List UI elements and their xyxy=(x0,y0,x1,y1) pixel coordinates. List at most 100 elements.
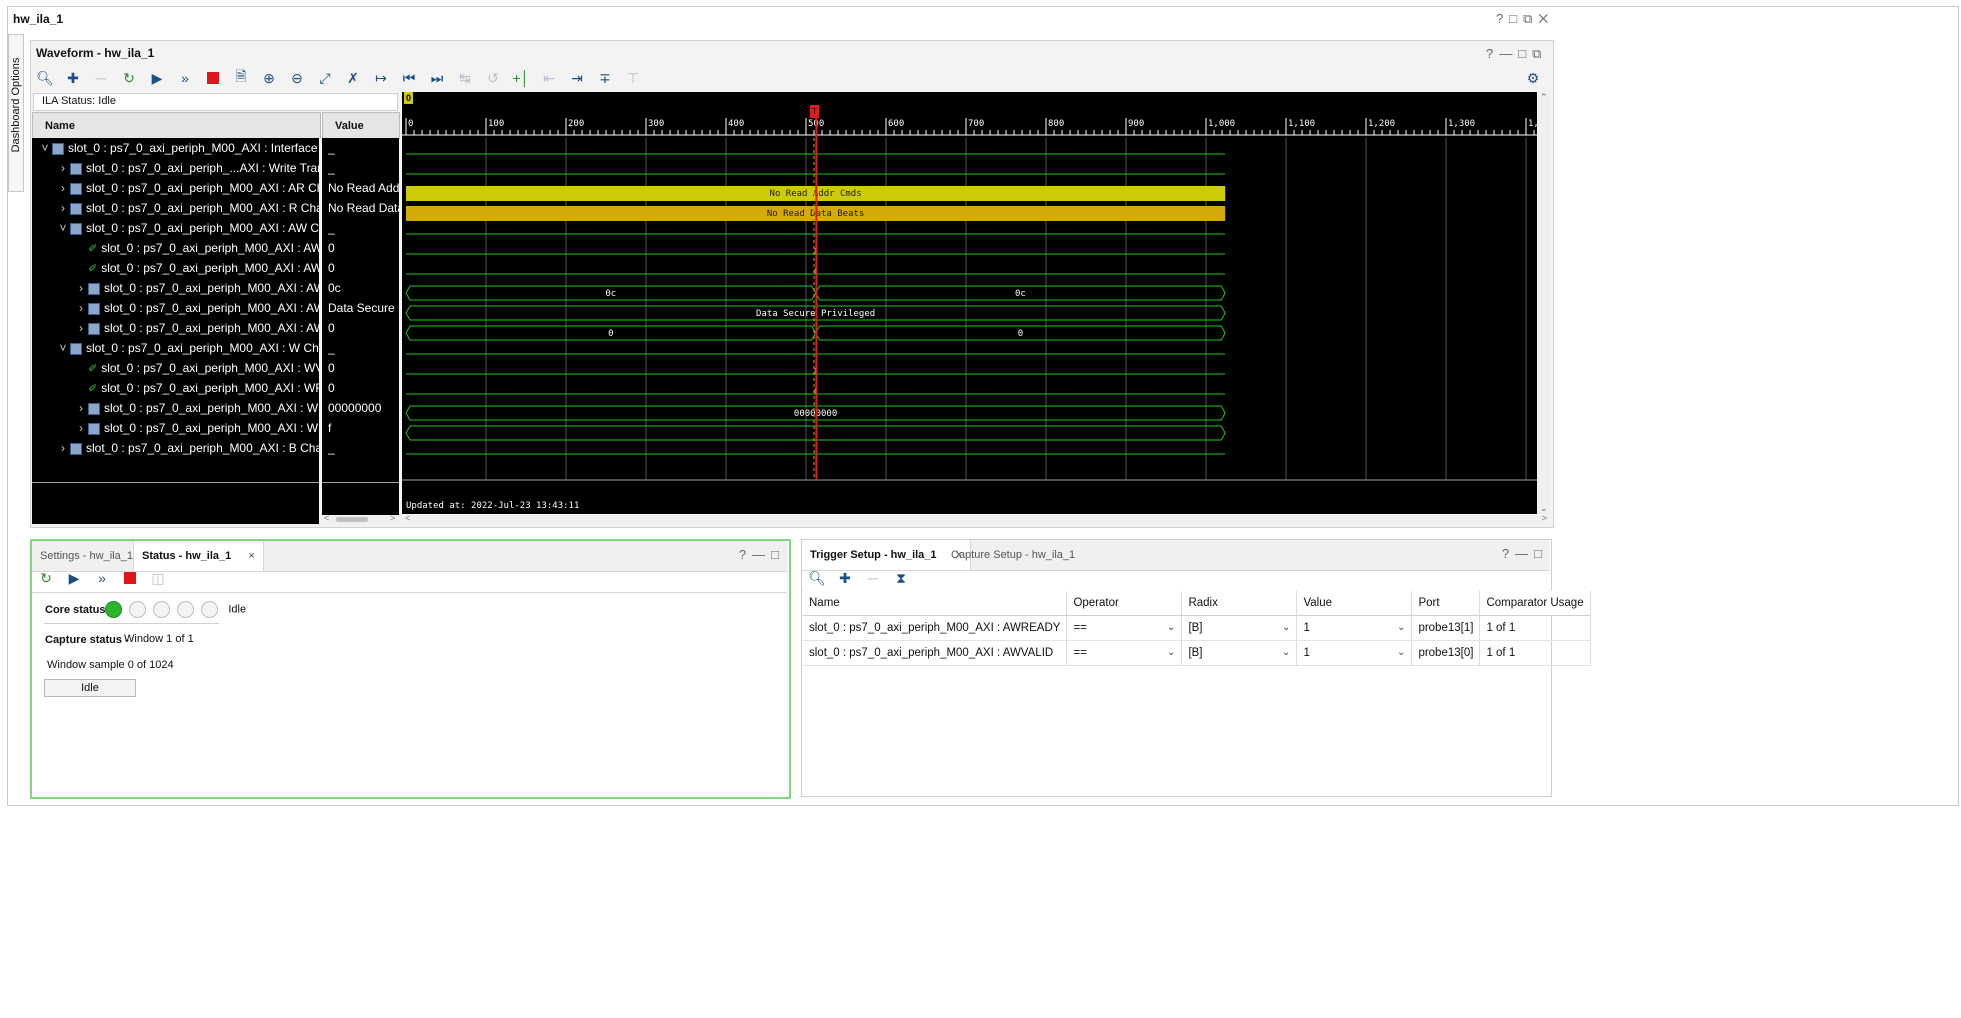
usage-cell: 1 of 1 xyxy=(1479,640,1591,666)
usage-cell: 1 of 1 xyxy=(1479,615,1591,641)
goto-cursor-icon[interactable]: ↦ xyxy=(367,66,395,90)
signal-name: slot_0 : ps7_0_axi_periph_M00_AXI : AW C… xyxy=(86,221,319,235)
table-row[interactable]: slot_0 : ps7_0_axi_periph_M00_AXI : AWRE… xyxy=(803,615,1591,641)
export-icon[interactable]: 🗎︎ xyxy=(227,66,255,90)
trigger-table: Name Operator Radix Value Port Comparato… xyxy=(803,591,1591,666)
name-column-header[interactable]: Name xyxy=(32,112,321,139)
ruler-label: 700 xyxy=(968,119,984,129)
column-header-name[interactable]: Name xyxy=(803,591,1068,616)
zoom-out-icon[interactable]: ⊖ xyxy=(283,66,311,90)
gear-icon[interactable]: ⚙ xyxy=(1519,66,1547,90)
status-light xyxy=(177,601,194,618)
capture-state-button[interactable]: Idle xyxy=(44,679,136,697)
signal-row[interactable]: › slot_0 : ps7_0_axi_periph_M00_AXI : B C… xyxy=(32,436,319,461)
ruler-label: 1,000 xyxy=(1208,119,1235,129)
remove-icon[interactable]: ─ xyxy=(859,566,887,590)
time-ruler[interactable] xyxy=(402,92,1537,138)
snap-icon[interactable]: ⊤ xyxy=(619,66,647,90)
tab-capture-setup[interactable]: Capture Setup - hw_ila_1 xyxy=(943,540,1083,570)
radix-value: [B] xyxy=(1188,647,1203,659)
close-icon[interactable]: × xyxy=(248,550,254,562)
previous-transition-icon[interactable]: ↹ xyxy=(451,66,479,90)
status-toolbar: ↻ ▶ » ◫ xyxy=(32,563,172,593)
run-trigger-icon[interactable]: ▶ xyxy=(60,566,88,590)
column-header-operator[interactable]: Operator xyxy=(1066,591,1183,616)
operator-select[interactable]: == ⌄ xyxy=(1066,615,1183,641)
search-icon[interactable]: 🔍︎ xyxy=(803,566,831,590)
next-marker-icon[interactable]: ⇥ xyxy=(563,66,591,90)
run-trigger-icon[interactable]: ▶ xyxy=(143,66,171,90)
add-icon[interactable]: ✚ xyxy=(59,66,87,90)
table-row[interactable]: slot_0 : ps7_0_axi_periph_M00_AXI : AWVA… xyxy=(803,640,1591,666)
chevron-right-icon[interactable]: › xyxy=(56,436,70,461)
chevron-down-icon: ⌄ xyxy=(1282,647,1291,658)
run-immediate-icon[interactable]: » xyxy=(88,566,116,590)
column-header-value[interactable]: Value xyxy=(1296,591,1413,616)
tab-trigger-setup-label: Trigger Setup - hw_ila_1 xyxy=(810,549,937,561)
ruler-label: 1,4 xyxy=(1528,119,1537,129)
next-transition-icon[interactable]: ↺ xyxy=(479,66,507,90)
waveform-vertical-scrollbar[interactable]: ⌃ ⌄ xyxy=(1538,92,1550,514)
radix-value: [B] xyxy=(1188,622,1203,634)
zoom-cursor-icon[interactable]: ✗ xyxy=(339,66,367,90)
window-title: hw_ila_1 xyxy=(13,12,64,26)
waveform-horizontal-scrollbar[interactable]: < > xyxy=(402,513,1550,525)
bus-icon xyxy=(88,422,100,435)
run-immediate-icon[interactable]: » xyxy=(171,66,199,90)
signal-value: _ xyxy=(328,441,335,455)
zoom-fit-icon[interactable]: ⤢ xyxy=(311,66,339,90)
dashboard-options-tab[interactable]: Dashboard Options xyxy=(8,34,24,192)
operator-select[interactable]: == ⌄ xyxy=(1066,640,1183,666)
radix-select[interactable]: [B] ⌄ xyxy=(1181,640,1298,666)
signal-name: slot_0 : ps7_0_axi_periph_M00_AXI : B Ch… xyxy=(86,441,319,455)
radix-select[interactable]: [B] ⌄ xyxy=(1181,615,1298,641)
auto-rearm-icon[interactable]: ↻ xyxy=(115,66,143,90)
previous-marker-icon[interactable]: ⇤ xyxy=(535,66,563,90)
signal-name-list: ˅ slot_0 : ps7_0_axi_periph_M00_AXI : Int… xyxy=(32,138,319,524)
dashboard-options-label: Dashboard Options xyxy=(10,57,22,153)
window-controls[interactable]: ?□⧉✕ xyxy=(1496,11,1554,27)
operator-value: == xyxy=(1073,647,1087,659)
trigger-window-icon[interactable]: ◫ xyxy=(144,566,172,590)
trigger-condition-icon[interactable]: ⧗ xyxy=(887,566,915,590)
capture-status-label: Capture status - xyxy=(45,634,129,646)
add-marker-icon[interactable]: +│ xyxy=(507,66,535,90)
waveform-canvas[interactable]: 01002003004005006007008009001,0001,1001,… xyxy=(402,92,1537,514)
goto-end-icon[interactable]: ⏭︎ xyxy=(423,66,451,90)
chevron-down-icon: ⌄ xyxy=(1167,622,1176,633)
waveform-window-controls[interactable]: ?—□⧉ xyxy=(1486,46,1547,62)
bus-icon xyxy=(70,222,82,235)
ruler-label: 800 xyxy=(1048,119,1064,129)
stop-trigger-icon[interactable] xyxy=(116,566,144,590)
column-header-radix[interactable]: Radix xyxy=(1181,591,1298,616)
remove-icon[interactable]: ─ xyxy=(87,66,115,90)
bus-icon xyxy=(70,342,82,355)
signal-name: slot_0 : ps7_0_axi_periph_M00_AXI : W Ch… xyxy=(86,341,319,355)
bus-icon xyxy=(70,182,82,195)
stop-trigger-icon[interactable] xyxy=(199,66,227,90)
cursor-marker-label: 0 xyxy=(404,92,413,104)
value-select[interactable]: 1 ⌄ xyxy=(1296,615,1413,641)
swap-cursors-icon[interactable]: ∓ xyxy=(591,66,619,90)
trigger-toolbar: 🔍︎ ✚ ─ ⧗ xyxy=(803,563,915,593)
signal-name: slot_0 : ps7_0_axi_periph_M00_AXI : AW_C… xyxy=(104,321,319,335)
search-icon[interactable]: 🔍︎ xyxy=(31,66,59,90)
trigger-window-controls[interactable]: ?—□ xyxy=(1502,546,1548,561)
bus-icon xyxy=(70,202,82,215)
status-window-controls[interactable]: ?—□ xyxy=(739,547,785,562)
core-status-value: Idle xyxy=(228,603,247,616)
signal-name: slot_0 : ps7_0_axi_periph_M00_AXI : Inte… xyxy=(68,141,318,155)
bus-value-label: 0 xyxy=(608,329,613,339)
column-header-usage[interactable]: Comparator Usage xyxy=(1479,591,1591,616)
value-horizontal-scrollbar[interactable]: < > xyxy=(322,513,399,525)
goto-start-icon[interactable]: ⏮︎ xyxy=(395,66,423,90)
column-header-port[interactable]: Port xyxy=(1411,591,1481,616)
bus-value-label: 0c xyxy=(1015,289,1026,299)
zoom-in-icon[interactable]: ⊕ xyxy=(255,66,283,90)
ruler-label: 600 xyxy=(888,119,904,129)
compare-value: 1 xyxy=(1303,647,1310,659)
value-column-header[interactable]: Value xyxy=(322,112,400,139)
value-select[interactable]: 1 ⌄ xyxy=(1296,640,1413,666)
add-icon[interactable]: ✚ xyxy=(831,566,859,590)
auto-rearm-icon[interactable]: ↻ xyxy=(32,566,60,590)
